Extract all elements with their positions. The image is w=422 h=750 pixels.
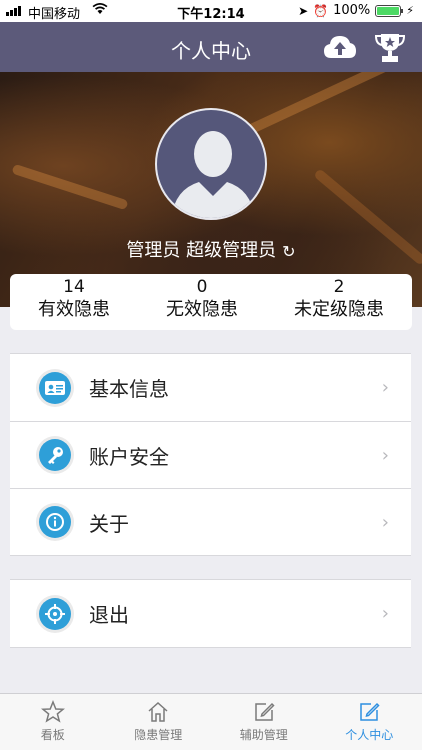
- menu-group: 基本信息 › 账户安全 › 关于 ›: [10, 353, 411, 556]
- tab-dashboard[interactable]: 看板: [0, 694, 106, 750]
- tab-auxiliary-management[interactable]: 辅助管理: [211, 694, 317, 750]
- tab-hazard-management[interactable]: 隐患管理: [106, 694, 212, 750]
- tab-profile[interactable]: 个人中心: [317, 694, 422, 750]
- trophy-icon[interactable]: [373, 32, 407, 64]
- logout-group: 退出 ›: [10, 579, 411, 648]
- id-card-icon: [36, 368, 74, 407]
- page-title: 个人中心: [171, 39, 251, 63]
- tab-label: 辅助管理: [239, 728, 288, 742]
- profile-header: 管理员 超级管理员 ↻: [0, 72, 422, 307]
- avatar[interactable]: [155, 108, 267, 220]
- stat-label: 未定级隐患: [294, 299, 384, 320]
- charging-icon: ⚡: [406, 4, 414, 17]
- edit-icon: [255, 702, 275, 721]
- menu-item-basic-info[interactable]: 基本信息 ›: [10, 354, 411, 421]
- user-info: 管理员 超级管理员 ↻: [0, 236, 422, 262]
- home-icon: [148, 701, 168, 722]
- status-bar: 中国移动 下午12:14 ➤ ⏰ 100% ⚡: [0, 0, 422, 22]
- edit-icon: [360, 702, 380, 721]
- battery-percent: 100%: [333, 3, 371, 18]
- logout-button[interactable]: 退出 ›: [10, 580, 411, 647]
- stat-value: 2: [333, 277, 345, 297]
- user-silhouette-icon: [171, 131, 255, 218]
- info-icon: [36, 503, 74, 541]
- cloud-upload-icon[interactable]: [323, 34, 357, 60]
- user-name: 管理员 超级管理员: [126, 240, 277, 261]
- menu-item-account-security[interactable]: 账户安全 ›: [10, 421, 411, 488]
- tab-bar: 看板 隐患管理 辅助管理 个人中心: [0, 693, 422, 750]
- menu-item-about[interactable]: 关于 ›: [10, 488, 411, 555]
- menu-item-label: 基本信息: [89, 377, 169, 401]
- stat-label: 有效隐患: [38, 299, 110, 320]
- stat-ungraded-hazards[interactable]: 2 未定级隐患: [294, 274, 384, 330]
- stat-label: 无效隐患: [166, 299, 238, 320]
- tab-label: 看板: [40, 728, 65, 742]
- tab-label: 个人中心: [345, 728, 394, 742]
- nav-bar: 个人中心: [0, 22, 422, 72]
- stat-value: 14: [63, 277, 85, 297]
- crosshair-icon: [36, 594, 74, 633]
- chevron-right-icon: ›: [381, 603, 389, 624]
- location-icon: ➤: [298, 3, 309, 18]
- stat-valid-hazards[interactable]: 14 有效隐患: [38, 274, 110, 330]
- key-icon: [36, 436, 74, 474]
- tab-label: 隐患管理: [134, 728, 183, 742]
- stat-invalid-hazards[interactable]: 0 无效隐患: [166, 274, 238, 330]
- menu-item-label: 账户安全: [89, 444, 169, 469]
- stat-value: 0: [196, 277, 208, 297]
- star-icon: [40, 700, 65, 723]
- chevron-right-icon: ›: [381, 444, 389, 466]
- battery-icon: [375, 4, 404, 17]
- chevron-right-icon: ›: [381, 511, 389, 533]
- alarm-icon: ⏰: [313, 3, 329, 18]
- refresh-icon[interactable]: ↻: [282, 242, 295, 261]
- stats-card: 14 有效隐患 0 无效隐患 2 未定级隐患: [10, 274, 412, 330]
- chevron-right-icon: ›: [381, 377, 389, 398]
- menu-item-label: 关于: [89, 511, 129, 536]
- logout-label: 退出: [89, 603, 129, 627]
